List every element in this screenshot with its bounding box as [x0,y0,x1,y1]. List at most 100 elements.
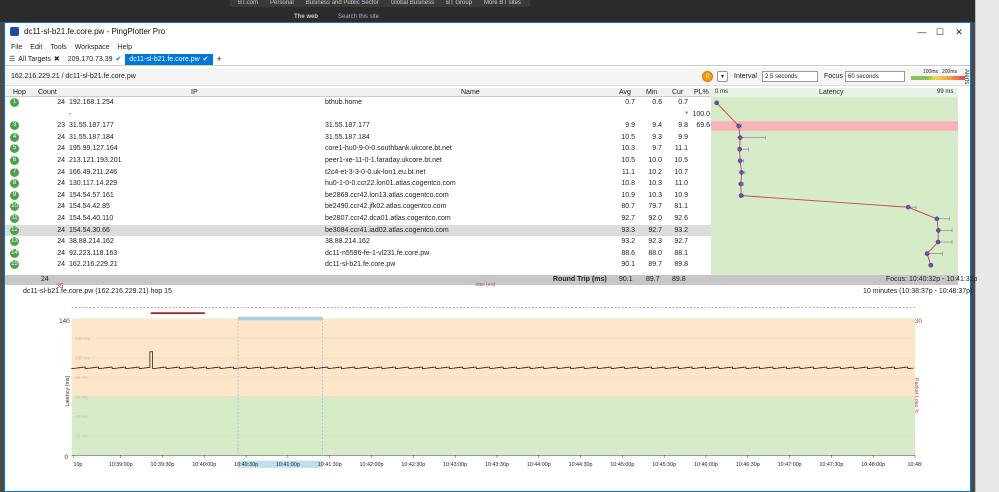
close-tab-icon[interactable]: ✖ [54,54,60,65]
dropdown-chevron-icon[interactable]: ▾ [717,71,728,82]
trace-row[interactable]: 1 24 192.168.1.254 bthub.home 0.7 0.6 0.7 [5,97,711,109]
row-count: 24 [57,238,65,246]
row-min: 0.6 [652,99,662,106]
row-min: 89.7 [648,261,662,269]
background-nav-item[interactable]: Personal [270,0,294,7]
tab-target-2[interactable]: dc11-sl-b21.fe.core.pw ✔ [125,54,213,65]
row-min: 92.7 [648,226,662,234]
menu-bar: File Edit Tools Workspace Help [5,42,970,54]
row-count: 24 [57,261,65,269]
row-cur: 93.2 [674,226,688,234]
hop-number: 11 [10,214,19,223]
trace-row[interactable]: 15 24 162.216.229.21 dc11-sl-b21.fe.core.pw… [5,259,711,271]
row-ip: 38.88.214.162 [69,238,114,246]
col-name[interactable]: Name [461,88,480,97]
background-nav-item[interactable]: BT.com [238,0,258,7]
trace-row[interactable]: 9 24 154.54.57.161 be2869.ccr42.lon13.atlas… [5,190,711,202]
x-tick-label: 10:45:00p [610,462,634,468]
background-nav-item[interactable]: More BT sites [484,0,521,7]
trace-row[interactable]: 10 24 154.54.42.85 be2490.ccr42.jfk02.atlas… [5,201,711,213]
col-min[interactable]: Min [646,88,657,97]
trace-row[interactable]: 8 24 130.117.14.229 hu0-1-0-0.ccr22.lon01.a… [5,178,711,190]
row-cur: 11.0 [674,180,688,188]
trace-row[interactable]: 7 24 166.49.211.246 t2c4-et-3-3-0-0.uk-lon1… [5,167,711,179]
row-name: be2490.ccr42.jfk02.atlas.cogentco.com [325,203,447,211]
trace-row[interactable]: 13 24 38.88.214.162 38.88.214.162 93.2 92.3 92… [5,236,711,248]
row-ip: 154.54.57.161 [69,191,114,199]
row-avg: 88.6 [621,249,635,257]
row-name: hu0-1-0-0.ccr22.lon01.atlas.cogentco.com [325,180,456,188]
row-ip: 154.54.42.85 [69,203,110,211]
background-nav-item[interactable]: Global Business [391,0,434,7]
col-count[interactable]: Count [38,88,57,97]
latency-point [905,204,911,210]
trace-row[interactable]: 3 23 31.55.187.177 31.55.187.177 9.9 9.4 9.8 69… [5,120,711,132]
col-hop[interactable]: Hop [13,88,26,97]
x-tick-label: 10:48:00p [861,462,885,468]
x-tick-label: 10:47:30p [819,462,843,468]
row-cur: 9.8 [678,122,688,130]
timeline-graph[interactable]: 35 Jitter (ms) 140 0 30 Latency (ms) Pac… [5,279,970,475]
minimize-button[interactable]: — [913,25,931,39]
row-count: 23 [57,122,65,130]
col-pl[interactable]: PL% [694,88,709,97]
background-scrollbar[interactable] [975,0,999,492]
col-avg[interactable]: Avg [619,88,631,97]
tab-target-1[interactable]: 209.170.73.39 ✔ [64,54,126,65]
interval-select[interactable]: 2.5 seconds [762,71,818,82]
trace-row[interactable]: 6 24 213.121.193.201 peer1-xe-11-0-1.farada… [5,155,711,167]
x-tick-label: 10:41:00p [276,462,300,468]
grid-label: 60 ms [75,394,88,399]
x-tick-label: 10:44:30p [569,462,593,468]
focus-select[interactable]: 60 seconds [845,71,905,82]
row-name: t2c4-et-3-3-0-0.uk-lon1.eu.bt.net [325,168,426,176]
y-axis-bottom: 0 [64,454,68,461]
tab-label: 209.170.73.39 [67,56,113,63]
maximize-button[interactable]: ☐ [931,25,949,39]
background-search-link[interactable]: Search this site [338,14,379,20]
row-ip: 192.168.1.254 [69,99,114,106]
row-pl: 100.0 [692,110,710,118]
row-count: 24 [57,133,65,141]
trace-row[interactable]: 11 24 154.54.40.110 be2807.ccr42.dca01.atla… [5,213,711,225]
tab-all-targets[interactable]: ☰ All Targets ✖ [5,54,64,65]
alerts-panel-tab[interactable]: Alerts [959,69,969,99]
latency-min-label: 0 ms [715,89,729,95]
row-name: 38.88.214.162 [325,238,370,246]
trace-row[interactable]: 12 24 154.54.30.66 be3084.ccr41.iad02.atlas… [5,224,711,237]
col-ip[interactable]: IP [191,88,198,97]
grid-label: 100 ms [75,355,90,360]
hop-number: 4 [10,132,19,142]
close-button[interactable]: ✕ [950,25,968,39]
row-min: 10.3 [648,191,662,199]
col-cur[interactable]: Cur [672,88,683,97]
trace-row[interactable]: 5 24 195.99.127.164 core1-hu0-9-0-0.southba… [5,143,711,155]
trace-row[interactable]: 4 24 31.55.187.184 31.55.187.184 10.5 9.3 9.9 [5,132,711,144]
grid-label: 20 ms [75,433,88,438]
menu-edit[interactable]: Edit [30,42,42,54]
latency-point [924,251,930,256]
x-tick-label: 10:44:00p [527,462,551,468]
menu-help[interactable]: Help [118,42,132,54]
menu-tools[interactable]: Tools [50,42,66,54]
trace-row[interactable]: - * 100.0 [5,109,711,121]
hop-number: 1 [10,98,19,107]
menu-workspace[interactable]: Workspace [75,42,110,54]
background-nav-item[interactable]: Business and Public Sector [306,0,379,7]
background-heading: The web [294,14,319,20]
y2-axis-label: Packet Loss % [913,378,919,414]
row-cur: 9.9 [678,133,688,141]
menu-file[interactable]: File [11,42,22,54]
row-name: dc11-sl-b21.fe.core.pw [325,261,396,269]
latency-point [738,181,744,187]
latency-point [736,123,742,129]
x-tick-label: 10:40:00p [192,462,216,468]
x-tick-label: 10:43:00p [443,462,467,468]
trace-row[interactable]: 14 24 92.223.118.163 dc11-n5596-fe-1-vl231.… [5,248,711,260]
row-avg: 10.8 [621,180,635,188]
row-avg: 10.9 [621,191,635,199]
background-nav: BT.com Personal Business and Public Sector… [230,0,530,7]
pause-icon[interactable]: II [702,71,713,82]
background-nav-item[interactable]: BT Group [446,0,472,7]
add-tab-button[interactable]: + [213,54,226,65]
